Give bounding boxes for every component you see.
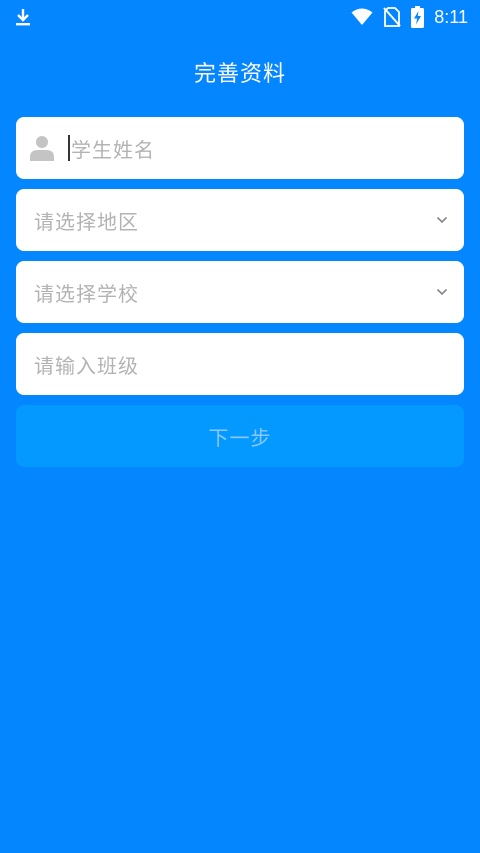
battery-charging-icon xyxy=(411,6,425,28)
chevron-down-icon xyxy=(436,288,448,296)
class-placeholder: 请输入班级 xyxy=(34,353,139,378)
region-select[interactable]: 请选择地区 xyxy=(16,189,464,251)
clock: 8:11 xyxy=(434,6,468,27)
wifi-icon xyxy=(351,8,373,26)
text-cursor xyxy=(68,135,70,161)
no-sim-icon xyxy=(383,7,402,27)
page-title: 完善资料 xyxy=(193,62,286,87)
class-input[interactable]: 请输入班级 xyxy=(16,333,464,395)
school-select[interactable]: 请选择学校 xyxy=(16,261,464,323)
student-name-input[interactable]: 学生姓名 xyxy=(16,117,464,179)
status-bar: 8:11 xyxy=(0,0,480,34)
user-icon xyxy=(30,135,54,161)
school-placeholder: 请选择学校 xyxy=(34,281,139,306)
next-step-button[interactable]: 下一步 xyxy=(16,405,464,467)
region-placeholder: 请选择地区 xyxy=(34,209,139,234)
chevron-down-icon xyxy=(436,216,448,224)
download-icon xyxy=(14,7,32,27)
student-name-placeholder: 学生姓名 xyxy=(71,137,155,162)
